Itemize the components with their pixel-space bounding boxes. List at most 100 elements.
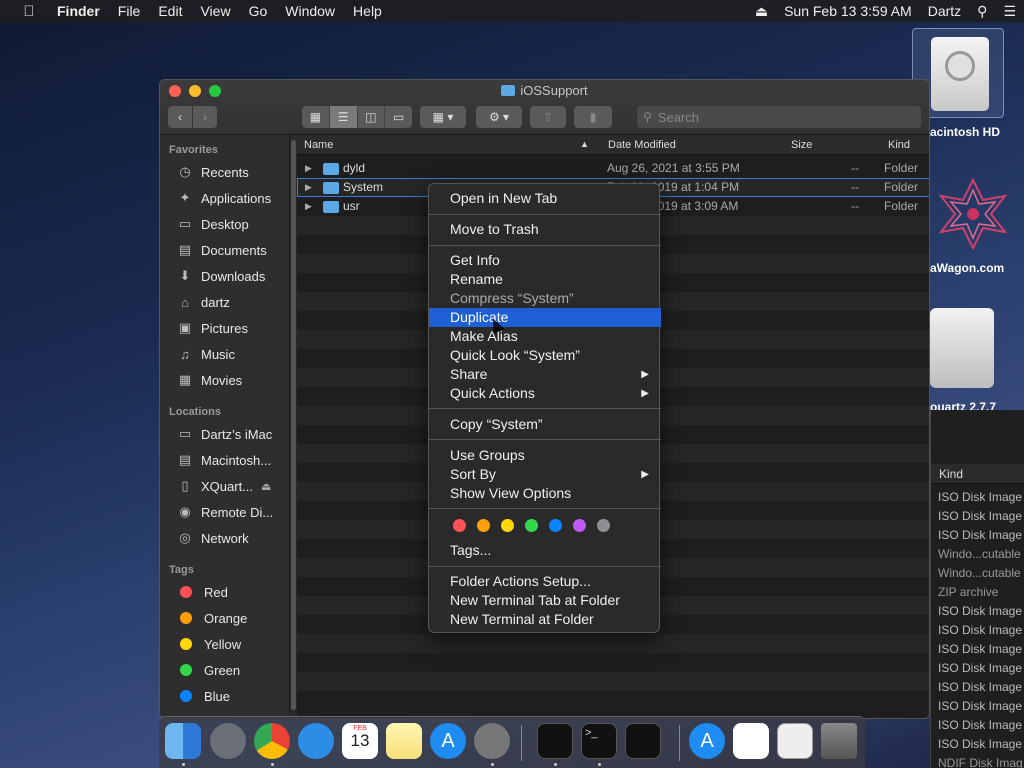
system-preferences-icon[interactable] — [474, 723, 510, 759]
finder-icon[interactable] — [165, 723, 201, 759]
icon-view-icon[interactable]: ▦ — [302, 106, 330, 128]
disclosure-triangle-icon[interactable]: ▶ — [305, 182, 312, 193]
exec-file-icon[interactable] — [537, 723, 573, 759]
menu-item-new-terminal[interactable]: New Terminal at Folder — [429, 610, 661, 629]
back-button[interactable]: ‹ — [168, 106, 192, 128]
column-view-icon[interactable]: ◫ — [358, 106, 386, 128]
sidebar-item-movies[interactable]: ▦ Movies — [176, 370, 242, 390]
menu-item-get-info[interactable]: Get Info — [429, 251, 661, 270]
launchpad-icon[interactable] — [210, 723, 246, 759]
notes-icon[interactable] — [386, 723, 422, 759]
kind-column-header[interactable]: Kind — [888, 139, 910, 151]
yellow-tag-icon[interactable] — [501, 519, 514, 532]
menu-item-compress[interactable]: Compress “System” — [429, 289, 661, 308]
sidebar-item-tag-yellow[interactable]: Yellow — [176, 634, 241, 654]
sidebar-item-tag-blue[interactable]: Blue — [176, 686, 230, 706]
exec-file-icon[interactable] — [625, 723, 661, 759]
apple-menu-icon[interactable]:  — [16, 3, 42, 20]
share-button[interactable]: ⇧ — [530, 106, 566, 128]
menu-item-show-view-options[interactable]: Show View Options — [429, 484, 661, 503]
scrollbar-thumb[interactable] — [291, 140, 296, 710]
sidebar-item-pictures[interactable]: ▣ Pictures — [176, 318, 248, 338]
column-header: Name ▲ Date Modified Size Kind — [297, 135, 929, 155]
sidebar-item-home[interactable]: ⌂ dartz — [176, 292, 230, 312]
tag-button[interactable]: ▮ — [574, 106, 612, 128]
sidebar-item-tag-orange[interactable]: Orange — [176, 608, 247, 628]
red-tag-icon[interactable] — [453, 519, 466, 532]
desktop-disk-image-icon[interactable] — [930, 308, 994, 388]
spotlight-icon[interactable]: ⚲ — [969, 3, 995, 20]
app-store-icon[interactable]: A — [430, 723, 466, 759]
size-column-header[interactable]: Size — [791, 139, 812, 151]
sidebar-item-remote-disc[interactable]: ◉ Remote Di... — [176, 502, 273, 522]
sidebar-item-documents[interactable]: ▤ Documents — [176, 240, 267, 260]
name-column-header[interactable]: Name — [304, 139, 333, 151]
menu-item-quick-look[interactable]: Quick Look “System” — [429, 346, 661, 365]
menu-item-rename[interactable]: Rename — [429, 270, 661, 289]
menu-item-use-groups[interactable]: Use Groups — [429, 446, 661, 465]
table-row[interactable]: ▶ dyld Aug 26, 2021 at 3:55 PM -- Folder — [297, 159, 929, 178]
search-field[interactable]: ⚲ Search — [637, 106, 921, 128]
notification-center-icon[interactable]: ☰ — [995, 3, 1024, 20]
menu-item-duplicate[interactable]: Duplicate — [429, 308, 661, 327]
user-menu[interactable]: Dartz — [920, 3, 969, 19]
menu-separator — [429, 439, 661, 440]
sidebar-item-network[interactable]: ◎ Network — [176, 528, 248, 548]
menu-item-make-alias[interactable]: Make Alias — [429, 327, 661, 346]
safari-icon[interactable] — [298, 723, 334, 759]
menu-item-quick-actions[interactable]: Quick Actions ▶ — [429, 384, 661, 403]
sidebar-item-macintosh[interactable]: ▤ Macintosh... — [176, 450, 271, 470]
terminal-icon[interactable]: >_ — [581, 723, 617, 759]
menu-window[interactable]: Window — [276, 3, 344, 19]
document-window-icon[interactable] — [777, 723, 813, 759]
action-gear-button[interactable]: ⚙ ▾ — [476, 106, 522, 128]
disclosure-triangle-icon[interactable]: ▶ — [305, 201, 312, 212]
menu-item-open-in-new-tab[interactable]: Open in New Tab — [429, 189, 661, 208]
disclosure-triangle-icon[interactable]: ▶ — [305, 163, 312, 174]
kind-column-header[interactable]: Kind — [931, 464, 1024, 484]
trash-icon[interactable] — [821, 723, 857, 759]
menu-item-move-to-trash[interactable]: Move to Trash — [429, 220, 661, 239]
menu-item-new-terminal-tab[interactable]: New Terminal Tab at Folder — [429, 591, 661, 610]
sidebar-item-recents[interactable]: ◷ Recents — [176, 162, 248, 182]
blue-tag-icon[interactable] — [549, 519, 562, 532]
menu-edit[interactable]: Edit — [149, 3, 191, 19]
clock[interactable]: Sun Feb 13 3:59 AM — [776, 3, 920, 19]
sidebar-item-tag-red[interactable]: Red — [176, 582, 228, 602]
group-button[interactable]: ▦ ▾ — [420, 106, 466, 128]
desktop-winewagon-icon[interactable] — [933, 177, 1013, 251]
view-mode-control: ▦ ☰ ◫ ▭ — [302, 106, 412, 128]
menu-item-tags[interactable]: Tags... — [429, 541, 661, 560]
menu-help[interactable]: Help — [344, 3, 391, 19]
date-column-header[interactable]: Date Modified — [608, 139, 676, 151]
green-tag-icon[interactable] — [525, 519, 538, 532]
list-view-icon[interactable]: ☰ — [329, 106, 358, 128]
menu-item-folder-actions-setup[interactable]: Folder Actions Setup... — [429, 572, 661, 591]
sidebar-item-desktop[interactable]: ▭ Desktop — [176, 214, 249, 234]
menu-item-copy[interactable]: Copy “System” — [429, 415, 661, 434]
orange-tag-icon[interactable] — [477, 519, 490, 532]
forward-button[interactable]: › — [193, 106, 217, 128]
menu-file[interactable]: File — [109, 3, 150, 19]
sidebar-item-downloads[interactable]: ⬇ Downloads — [176, 266, 266, 286]
sidebar-item-applications[interactable]: ✦ Applications — [176, 188, 272, 208]
menu-go[interactable]: Go — [240, 3, 277, 19]
gallery-view-icon[interactable]: ▭ — [385, 106, 412, 128]
gray-tag-icon[interactable] — [597, 519, 610, 532]
eject-icon[interactable]: ⏏ — [747, 3, 776, 20]
calendar-icon[interactable]: FEB 13 — [342, 723, 378, 759]
wine-icon[interactable] — [733, 723, 769, 759]
sidebar-item-xquartz[interactable]: ▯ XQuart... ⏏ — [176, 476, 271, 496]
menu-item-share[interactable]: Share ▶ — [429, 365, 661, 384]
menu-item-sort-by[interactable]: Sort By ▶ — [429, 465, 661, 484]
sidebar-item-tag-green[interactable]: Green — [176, 660, 240, 680]
purple-tag-icon[interactable] — [573, 519, 586, 532]
sidebar-scrollbar[interactable] — [290, 135, 297, 718]
app-store-download-icon[interactable]: A — [689, 723, 725, 759]
sidebar-item-music[interactable]: ♫ Music — [176, 344, 235, 364]
chrome-icon[interactable] — [254, 723, 290, 759]
menu-finder[interactable]: Finder — [48, 3, 109, 19]
eject-icon[interactable]: ⏏ — [261, 480, 271, 493]
menu-view[interactable]: View — [191, 3, 239, 19]
sidebar-item-imac[interactable]: ▭ Dartz’s iMac — [176, 424, 272, 444]
